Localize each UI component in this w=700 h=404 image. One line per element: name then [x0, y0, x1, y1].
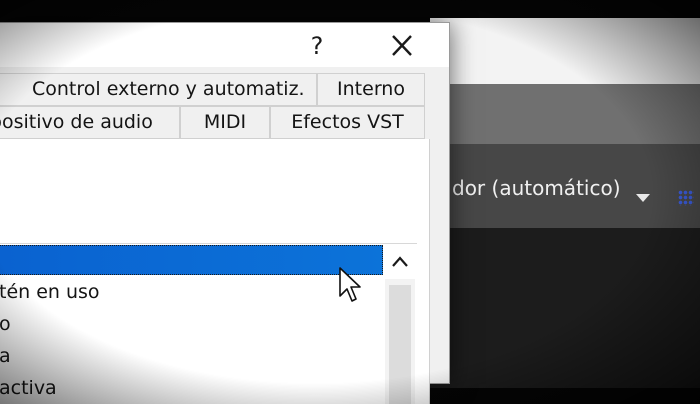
background-app-window: dor (automático)	[430, 18, 700, 388]
audio-device-selector-text[interactable]: dor (automático)	[452, 176, 621, 200]
list-scrollbar[interactable]	[385, 245, 415, 404]
background-title-area	[430, 18, 700, 84]
grid-icon[interactable]	[678, 190, 694, 206]
list-item-label: a	[0, 345, 11, 367]
help-button[interactable]: ?	[305, 31, 329, 61]
list-item[interactable]: a	[0, 341, 383, 371]
tab-internal-label: Interno	[337, 78, 405, 100]
tab-audio-device-label: spositivo de audio	[0, 111, 153, 133]
tab-vst-effects[interactable]: Efectos VST	[270, 106, 425, 139]
list-item-label: activa	[0, 377, 57, 399]
close-button[interactable]	[387, 31, 417, 61]
tab-audio-device[interactable]: spositivo de audio	[0, 106, 180, 139]
scroll-up-button[interactable]	[385, 245, 415, 279]
caret-down-icon[interactable]	[636, 194, 650, 202]
tab-midi-label: MIDI	[203, 111, 247, 133]
background-toolbar	[430, 84, 700, 144]
tab-internal[interactable]: Interno	[317, 73, 425, 106]
list-item[interactable]: tén en uso	[0, 277, 383, 307]
tab-midi[interactable]: MIDI	[180, 106, 270, 139]
list-item[interactable]: activa	[0, 373, 383, 403]
settings-dialog: ? Control externo y automatiz. Interno s…	[0, 22, 450, 404]
list-item-label: tén en uso	[0, 281, 100, 303]
list-item[interactable]: o	[0, 309, 383, 339]
list-item[interactable]	[0, 245, 383, 275]
dialog-titlebar[interactable]: ?	[0, 23, 449, 67]
scroll-thumb[interactable]	[389, 285, 411, 404]
screen: dor (automático) ? Control externo y aut…	[0, 0, 700, 404]
tab-external-control[interactable]: Control externo y automatiz.	[0, 73, 317, 106]
list-item-label: o	[0, 313, 11, 335]
chevron-up-icon	[392, 256, 408, 267]
tab-vst-effects-label: Efectos VST	[291, 111, 404, 133]
mouse-pointer-icon	[339, 267, 361, 302]
tab-external-control-label: Control externo y automatiz.	[32, 78, 305, 100]
list-top-border	[0, 243, 417, 244]
close-icon	[392, 35, 412, 56]
